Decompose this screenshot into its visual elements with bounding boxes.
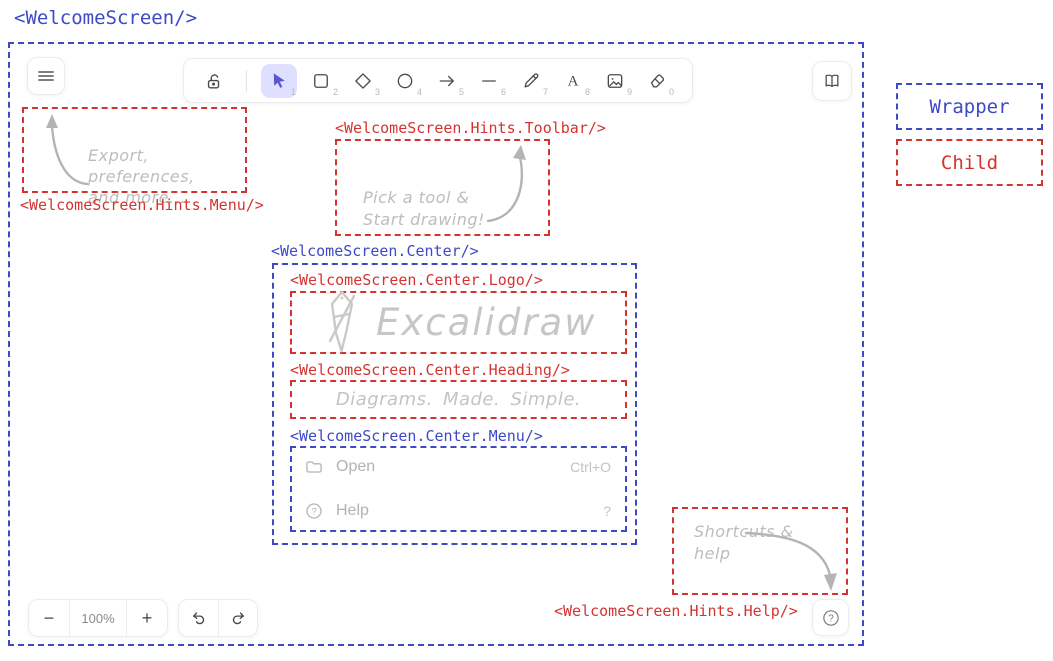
tool-number: 2 [333, 87, 338, 97]
help-button[interactable]: ? [812, 599, 849, 636]
center-logo-outline: Excalidraw [290, 291, 627, 354]
excalidraw-logo-icon [322, 287, 362, 357]
menu-item-label: Help [336, 502, 369, 520]
svg-text:?: ? [311, 506, 316, 516]
book-icon [822, 71, 842, 91]
center-label: <WelcomeScreen.Center/> [271, 242, 479, 260]
zoom-in-button[interactable]: + [127, 600, 167, 636]
tool-number: 7 [543, 87, 548, 97]
hints-toolbar-outline: Pick a tool & Start drawing! [335, 139, 550, 236]
center-menu-label: <WelcomeScreen.Center.Menu/> [290, 427, 543, 445]
line-icon [479, 71, 499, 91]
main-menu-button[interactable] [27, 57, 65, 95]
menu-item-shortcut: ? [603, 503, 611, 519]
image-icon [605, 71, 625, 91]
welcome-screen-annotated-screenshot: <WelcomeScreen/> 1 [0, 0, 1053, 661]
diamond-icon [353, 71, 373, 91]
zoom-out-button[interactable]: − [29, 600, 69, 636]
rectangle-icon [311, 71, 331, 91]
tool-number: 4 [417, 87, 422, 97]
tool-number: 6 [501, 87, 506, 97]
tool-number: 5 [459, 87, 464, 97]
hints-help-label: <WelcomeScreen.Hints.Help/> [554, 602, 798, 620]
lock-tool-button[interactable] [196, 64, 232, 98]
center-menu-outline: Open Ctrl+O ? Help ? [290, 446, 627, 532]
center-heading-text: Diagrams. Made. Simple. [336, 389, 581, 410]
svg-text:A: A [568, 73, 579, 89]
hints-toolbar-label: <WelcomeScreen.Hints.Toolbar/> [335, 119, 606, 137]
folder-icon [304, 457, 324, 477]
tool-number: 3 [375, 87, 380, 97]
toolbar-divider [246, 70, 247, 92]
redo-button[interactable] [219, 600, 257, 636]
menu-item-label: Open [336, 458, 375, 476]
tool-image[interactable]: 9 [597, 64, 633, 98]
text-icon: A [563, 71, 583, 91]
tool-draw[interactable]: 7 [513, 64, 549, 98]
tool-line[interactable]: 6 [471, 64, 507, 98]
tool-number: 1 [291, 87, 296, 97]
center-menu-item-help[interactable]: ? Help ? [304, 499, 611, 523]
library-button[interactable] [812, 61, 852, 101]
legend-child-label: Child [941, 152, 998, 174]
hints-menu-label: <WelcomeScreen.Hints.Menu/> [20, 196, 264, 214]
undo-button[interactable] [179, 600, 218, 636]
ellipse-icon [395, 71, 415, 91]
legend-wrapper-label: Wrapper [929, 96, 1009, 118]
tool-text[interactable]: A 8 [555, 64, 591, 98]
center-heading-label: <WelcomeScreen.Center.Heading/> [290, 361, 570, 379]
excalidraw-logo: Excalidraw [322, 287, 596, 357]
hamburger-icon [37, 67, 55, 85]
zoom-controls: − 100% + [28, 599, 168, 637]
tool-diamond[interactable]: 3 [345, 64, 381, 98]
menu-item-shortcut: Ctrl+O [570, 459, 611, 475]
center-heading-outline: Diagrams. Made. Simple. [290, 380, 627, 419]
root-component-label: <WelcomeScreen/> [14, 7, 197, 29]
history-controls [178, 599, 258, 637]
tool-number: 8 [585, 87, 590, 97]
arrow-icon [437, 71, 457, 91]
tool-selection[interactable]: 1 [261, 64, 297, 98]
tool-ellipse[interactable]: 4 [387, 64, 423, 98]
svg-text:?: ? [828, 613, 834, 624]
undo-icon [190, 609, 208, 627]
selection-cursor-icon [270, 71, 289, 90]
toolbar: 1 2 3 4 5 [183, 58, 693, 103]
redo-icon [229, 609, 247, 627]
legend-wrapper: Wrapper [896, 83, 1043, 130]
question-circle-icon: ? [821, 608, 841, 628]
eraser-icon [647, 71, 667, 91]
legend-child: Child [896, 139, 1043, 186]
hint-help-arrow [742, 523, 842, 597]
center-menu-item-open[interactable]: Open Ctrl+O [304, 455, 611, 479]
lock-open-icon [204, 71, 224, 91]
excalidraw-logo-text: Excalidraw [376, 301, 596, 344]
tool-eraser[interactable]: 0 [639, 64, 675, 98]
zoom-level[interactable]: 100% [70, 600, 126, 636]
hints-help-outline: Shortcuts & help [672, 507, 848, 595]
hint-toolbar-text: Pick a tool & Start drawing! [363, 187, 485, 231]
pencil-icon [521, 71, 541, 91]
hints-menu-outline: Export, preferences, and more... [22, 107, 247, 193]
tool-number: 0 [669, 87, 674, 97]
tool-arrow[interactable]: 5 [429, 64, 465, 98]
help-circle-icon: ? [304, 501, 324, 521]
tool-rectangle[interactable]: 2 [303, 64, 339, 98]
tool-number: 9 [627, 87, 632, 97]
